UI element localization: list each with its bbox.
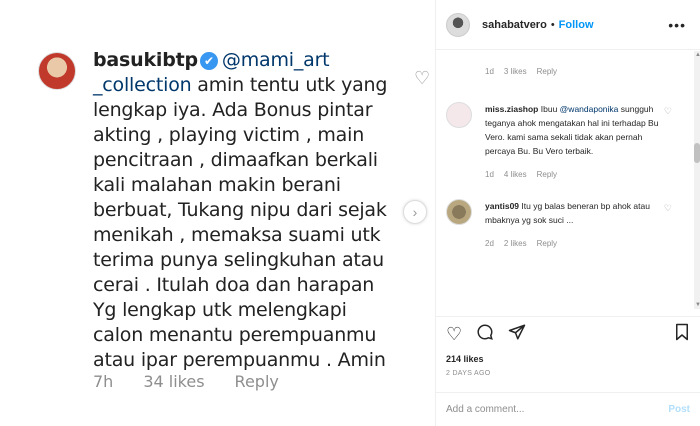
verified-badge-icon: ✔ (199, 52, 218, 70)
commenter-avatar[interactable] (446, 102, 472, 128)
like-count[interactable]: 214 likes (436, 354, 700, 364)
heart-icon[interactable]: ♡ (664, 203, 672, 214)
sidebar: sahabatvero • Follow ••• 1d 3 likes Repl… (436, 0, 700, 426)
share-icon[interactable] (508, 323, 526, 346)
image-comment-likes: 34 likes (143, 372, 205, 391)
post-button[interactable]: Post (668, 404, 690, 415)
comment-input[interactable]: Add a comment... (446, 404, 524, 415)
comment-meta: 2d 2 likes Reply (436, 239, 694, 248)
image-comment-time: 7h (93, 372, 114, 391)
post-header: sahabatvero • Follow ••• (436, 0, 700, 50)
scroll-up-icon[interactable]: ▲ (695, 52, 700, 58)
comment-likes[interactable]: 2 likes (504, 239, 527, 248)
comment-time: 2d (485, 239, 494, 248)
comment-text: yantis09 Itu yg balas beneran bp ahok at… (485, 199, 664, 227)
list-item: miss.ziashop Ibuu @wandaponika sungguh t… (436, 102, 694, 158)
comment-reply-button[interactable]: Reply (537, 239, 557, 248)
comments-list[interactable]: 1d 3 likes Reply miss.ziashop Ibuu @wand… (436, 51, 694, 309)
list-item: yantis09 Itu yg balas beneran bp ahok at… (436, 199, 694, 227)
comment-time: 1d (485, 67, 494, 76)
comment-likes[interactable]: 4 likes (504, 170, 527, 179)
image-comment: basukibtp ✔ @mami_art _collection amin ten… (93, 48, 393, 373)
scrollbar[interactable]: ▲ ▼ (694, 51, 700, 309)
comment-reply-button[interactable]: Reply (537, 67, 557, 76)
comment-mention[interactable]: @wandaponika (560, 104, 619, 114)
image-comment-reply: Reply (234, 372, 279, 391)
comment-meta: 1d 4 likes Reply (436, 170, 694, 179)
scroll-down-icon[interactable]: ▼ (695, 302, 700, 308)
post-image: basukibtp ✔ @mami_art _collection amin ten… (0, 0, 436, 426)
image-comment-username: basukibtp (93, 49, 198, 71)
add-comment-bar: Add a comment... Post (436, 392, 700, 426)
action-icons: ♡ (436, 317, 700, 352)
header-separator: • (550, 18, 555, 31)
like-heart-icon[interactable]: ♡ (446, 324, 462, 345)
heart-icon: ♡ (414, 68, 431, 88)
comment-likes[interactable]: 3 likes (504, 67, 527, 76)
avatar (38, 52, 76, 90)
image-comment-meta: 7h 34 likes Reply (93, 372, 279, 391)
heart-icon[interactable]: ♡ (664, 106, 672, 117)
more-options-icon[interactable]: ••• (668, 17, 686, 33)
commenter-avatar[interactable] (446, 199, 472, 225)
comment-text: miss.ziashop Ibuu @wandaponika sungguh t… (485, 102, 664, 158)
next-arrow-icon[interactable]: › (403, 200, 427, 224)
follow-button[interactable]: Follow (559, 19, 594, 31)
commenter-username[interactable]: miss.ziashop (485, 104, 538, 114)
commenter-username[interactable]: yantis09 (485, 201, 519, 211)
comment-reply-button[interactable]: Reply (537, 170, 557, 179)
image-comment-text: amin tentu utk yang lengkap iya. Ada Bon… (93, 74, 388, 371)
post-actions: ♡ 214 likes 2 DAYS AGO Add a comment... … (436, 316, 700, 426)
comment-meta: 1d 3 likes Reply (436, 67, 694, 76)
header-avatar[interactable] (446, 12, 470, 37)
comment-body: Ibuu (538, 104, 560, 114)
comment-time: 1d (485, 170, 494, 179)
comment-bubble-icon[interactable] (476, 323, 494, 346)
bookmark-icon[interactable] (674, 323, 690, 346)
post-date: 2 DAYS AGO (446, 370, 491, 377)
scrollbar-thumb[interactable] (694, 143, 700, 163)
header-username[interactable]: sahabatvero (482, 19, 547, 31)
